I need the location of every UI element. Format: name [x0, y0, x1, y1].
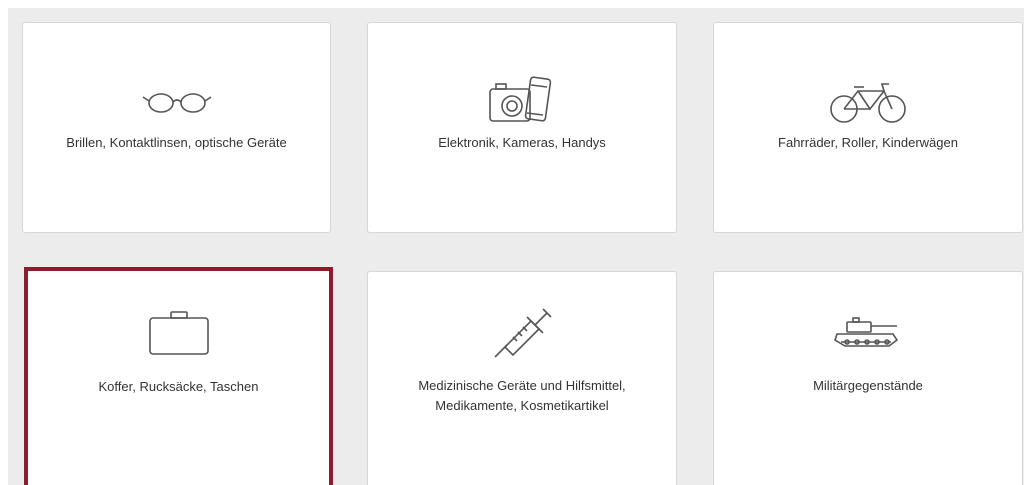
bicycle-icon	[714, 75, 1022, 129]
category-tile-electronics[interactable]: Elektronik, Kameras, Handys	[367, 22, 677, 233]
camera-phone-icon	[368, 75, 676, 129]
category-label: Militärgegenstände	[813, 378, 923, 393]
category-tile-medical[interactable]: Medizinische Geräte und Hilfsmittel, Med…	[367, 271, 677, 485]
viewport: Brillen, Kontaktlinsen, optische Geräte …	[0, 0, 1024, 485]
category-tile-bicycles[interactable]: Fahrräder, Roller, Kinderwägen	[713, 22, 1023, 233]
syringe-icon	[368, 304, 676, 358]
suitcase-icon	[28, 306, 329, 360]
tank-icon	[714, 307, 1022, 361]
category-tile-glasses[interactable]: Brillen, Kontaktlinsen, optische Geräte	[22, 22, 331, 233]
category-tile-luggage[interactable]: Koffer, Rucksäcke, Taschen	[24, 267, 333, 485]
category-label: Koffer, Rucksäcke, Taschen	[98, 379, 259, 394]
category-label: Elektronik, Kameras, Handys	[438, 135, 606, 150]
category-label: Medizinische Geräte und Hilfsmittel, Med…	[418, 378, 626, 413]
glasses-icon	[23, 75, 330, 129]
category-label: Fahrräder, Roller, Kinderwägen	[778, 135, 958, 150]
category-tile-military[interactable]: Militärgegenstände	[713, 271, 1023, 485]
category-label: Brillen, Kontaktlinsen, optische Geräte	[66, 135, 287, 150]
